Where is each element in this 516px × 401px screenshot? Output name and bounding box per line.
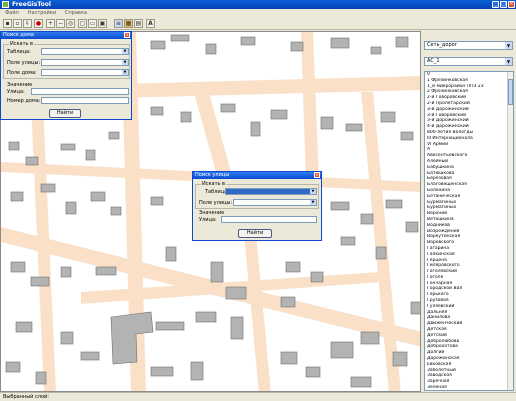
close-icon[interactable]: ×: [124, 32, 130, 38]
house-number-input[interactable]: [41, 97, 129, 104]
street-search-dialog: Поиск улицы × Искать в Таблица: ▼ Поле у…: [192, 171, 322, 241]
layers-icon[interactable]: ≡: [114, 19, 123, 28]
save-icon[interactable]: ▪: [3, 19, 12, 28]
refresh-icon[interactable]: ▣: [98, 19, 107, 28]
right-panel: Сеть_дорог ▼ AC_1 ▼ 01 Фрезинковская 1_й …: [422, 31, 516, 392]
field-select[interactable]: AC_1 ▼: [424, 57, 513, 66]
chevron-down-icon[interactable]: ▼: [122, 49, 128, 54]
selected-layer-status: Выбранный слой:: [3, 394, 49, 400]
field-select-value: AC_1: [427, 58, 440, 64]
zoom-out-icon[interactable]: −: [56, 19, 65, 28]
street-field-label: Поле улицы:: [199, 200, 233, 206]
street-list-items: 01 Фрезинковская 1_й микрорайон ППЗ 23 2 Ф…: [425, 72, 509, 390]
text-icon[interactable]: A: [146, 19, 155, 28]
print-icon[interactable]: ⇩: [23, 19, 32, 28]
house-search-dialog: Поиск дома × Искать в Таблица: ▼ Поле ул…: [0, 31, 132, 120]
chevron-down-icon[interactable]: ▼: [505, 58, 512, 65]
chevron-down-icon[interactable]: ▼: [122, 60, 128, 65]
group-label: Искать в: [201, 181, 226, 187]
layer-select[interactable]: Сеть_дорог ▼: [424, 41, 513, 50]
chevron-down-icon[interactable]: ▼: [122, 70, 128, 75]
house-field-select[interactable]: ▼: [41, 69, 129, 76]
street-input[interactable]: [31, 88, 129, 95]
street-label: Улица:: [199, 217, 217, 223]
grid-icon[interactable]: ▤: [134, 19, 143, 28]
house-number-label: Номер дома:: [7, 98, 41, 104]
stop-icon[interactable]: ●: [34, 19, 43, 28]
chevron-down-icon[interactable]: ▼: [505, 42, 512, 49]
minimize-button[interactable]: _: [492, 1, 499, 8]
dialog-titlebar: Поиск дома ×: [1, 32, 131, 39]
toolbar: ▪ ▫ ⇩ ● + − ◎ ▢ ▭ ▣ ≡ ▦ ▤ A: [0, 17, 516, 30]
chevron-down-icon[interactable]: ▼: [310, 189, 316, 194]
street-field-select[interactable]: ▼: [233, 199, 317, 206]
find-button[interactable]: Найти: [49, 109, 81, 118]
close-icon[interactable]: ×: [314, 172, 320, 178]
house-field-label: Поле дома:: [7, 70, 37, 76]
value-label: Значение: [7, 82, 33, 88]
close-button[interactable]: ×: [508, 1, 515, 8]
layer-select-value: Сеть_дорог: [427, 42, 458, 48]
menu-bar: Файл Настройки Справка: [0, 9, 516, 17]
street-list[interactable]: 01 Фрезинковская 1_й микрорайон ППЗ 23 2 Ф…: [424, 71, 514, 391]
street-field-label: Поле улицы:: [7, 60, 41, 66]
street-input[interactable]: [221, 216, 317, 223]
dialog-title: Поиск улицы: [195, 172, 230, 178]
group-label: Искать в: [9, 41, 34, 47]
table-label: Таблица:: [7, 49, 31, 55]
info-icon[interactable]: ▦: [124, 19, 133, 28]
table-select[interactable]: ▼: [41, 48, 129, 55]
menu-settings[interactable]: Настройки: [26, 9, 58, 17]
table-select[interactable]: ▼: [225, 188, 317, 195]
zoom-in-icon[interactable]: +: [46, 19, 55, 28]
scrollbar-thumb[interactable]: [508, 79, 513, 105]
menu-file[interactable]: Файл: [3, 9, 21, 17]
find-button[interactable]: Найти: [238, 229, 272, 238]
street-list-scrollbar[interactable]: [507, 72, 513, 390]
street-field-select[interactable]: ▼: [41, 59, 129, 66]
window-title: FreeGisTool: [12, 1, 51, 8]
zoom-extent-icon[interactable]: ◎: [66, 19, 75, 28]
chevron-down-icon[interactable]: ▼: [310, 200, 316, 205]
status-bar: Выбранный слой:: [0, 392, 516, 401]
menu-help[interactable]: Справка: [63, 9, 89, 17]
pan-icon[interactable]: ▢: [78, 19, 87, 28]
open-icon[interactable]: ▫: [13, 19, 22, 28]
dialog-titlebar: Поиск улицы ×: [193, 172, 321, 179]
dialog-title: Поиск дома: [3, 32, 34, 38]
street-label: Улица:: [7, 89, 25, 95]
app-icon: [2, 1, 9, 8]
select-icon[interactable]: ▭: [88, 19, 97, 28]
window-titlebar: FreeGisTool _ □ ×: [0, 0, 516, 9]
maximize-button[interactable]: □: [500, 1, 507, 8]
